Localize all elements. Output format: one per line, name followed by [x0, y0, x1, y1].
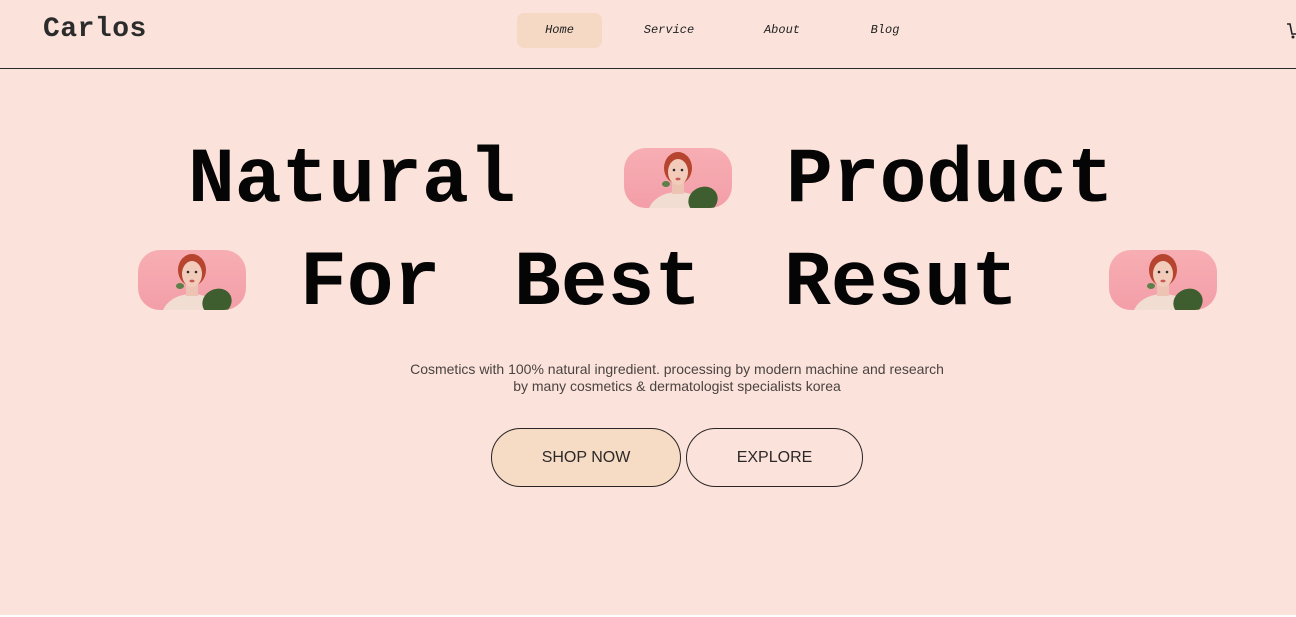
- explore-button[interactable]: EXPLORE: [686, 428, 863, 487]
- shop-now-button[interactable]: SHOP NOW: [491, 428, 681, 487]
- nav-blog[interactable]: Blog: [860, 13, 910, 48]
- nav-about[interactable]: About: [752, 13, 812, 48]
- top-navbar: Carlos Home Service About Blog: [0, 0, 1296, 69]
- model-image-pill-top: [624, 148, 732, 208]
- hero-description-line-2: by many cosmetics & dermatologist specia…: [513, 378, 841, 394]
- model-image-pill-right: [1109, 250, 1217, 310]
- nav-home[interactable]: Home: [517, 13, 602, 48]
- logo[interactable]: Carlos: [43, 14, 147, 45]
- headline-word-best: Best: [514, 240, 702, 328]
- model-image-pill-left: [138, 250, 246, 310]
- cart-icon[interactable]: [1286, 20, 1296, 42]
- headline-word-natural: Natural: [188, 137, 516, 225]
- hero-description: Cosmetics with 100% natural ingredient. …: [348, 361, 1006, 395]
- headline-word-product: Product: [786, 137, 1114, 225]
- headline-word-for: For: [300, 240, 441, 328]
- nav-service[interactable]: Service: [634, 13, 704, 48]
- hero-description-line-1: Cosmetics with 100% natural ingredient. …: [410, 361, 944, 377]
- headline-word-result: Resut: [784, 240, 1019, 328]
